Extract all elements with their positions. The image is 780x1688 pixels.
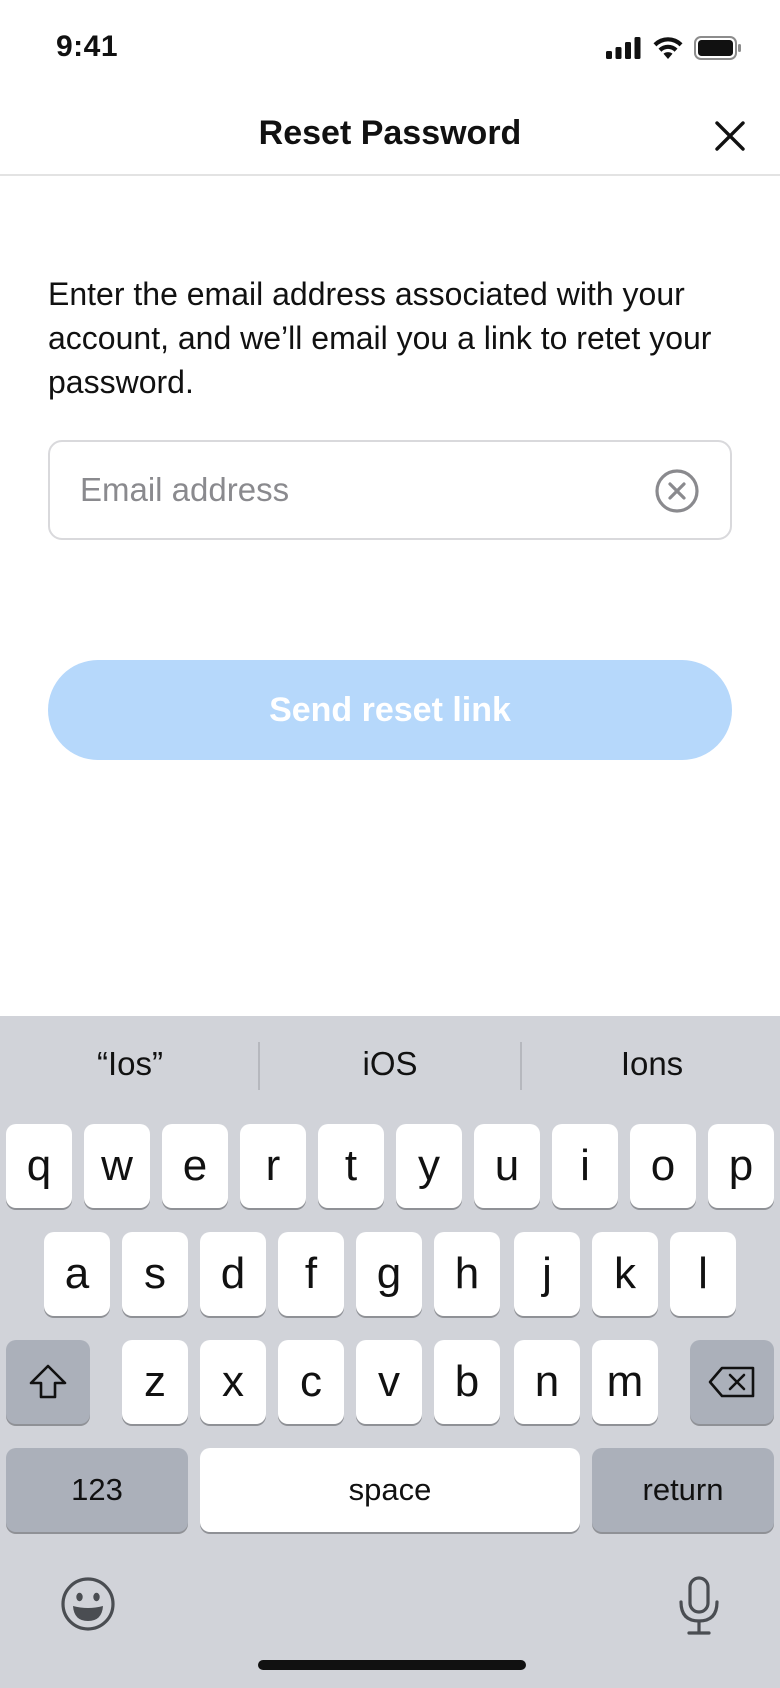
suggestion-item[interactable]: iOS — [260, 1040, 520, 1088]
close-icon — [715, 121, 745, 151]
key-g[interactable]: g — [356, 1232, 422, 1316]
key-i[interactable]: i — [552, 1124, 618, 1208]
status-time: 9:41 — [56, 30, 119, 63]
key-y[interactable]: y — [396, 1124, 462, 1208]
key-a[interactable]: a — [44, 1232, 110, 1316]
clear-input-button[interactable] — [654, 468, 700, 514]
page-title: Reset Password — [258, 114, 522, 152]
delete-key[interactable] — [690, 1340, 774, 1424]
keyboard: “Ios” iOS Ions q w e r t y u i o p a s d… — [0, 1016, 780, 1688]
key-r[interactable]: r — [240, 1124, 306, 1208]
suggestion-item[interactable]: “Ios” — [0, 1040, 260, 1088]
backspace-icon — [708, 1366, 755, 1398]
key-c[interactable]: c — [278, 1340, 344, 1424]
key-o[interactable]: o — [630, 1124, 696, 1208]
key-z[interactable]: z — [122, 1340, 188, 1424]
email-field[interactable] — [48, 440, 732, 540]
key-p[interactable]: p — [708, 1124, 774, 1208]
key-v[interactable]: v — [356, 1340, 422, 1424]
clear-circle-x-icon — [655, 469, 699, 513]
suggestion-bar: “Ios” iOS Ions — [0, 1016, 780, 1112]
key-e[interactable]: e — [162, 1124, 228, 1208]
shift-icon — [29, 1364, 67, 1399]
key-q[interactable]: q — [6, 1124, 72, 1208]
key-l[interactable]: l — [670, 1232, 736, 1316]
key-m[interactable]: m — [592, 1340, 658, 1424]
key-h[interactable]: h — [434, 1232, 500, 1316]
send-reset-link-button[interactable]: Send reset link — [48, 660, 732, 760]
key-f[interactable]: f — [278, 1232, 344, 1316]
home-indicator — [258, 1660, 526, 1670]
key-k[interactable]: k — [592, 1232, 658, 1316]
close-button[interactable] — [708, 114, 752, 158]
key-n[interactable]: n — [514, 1340, 580, 1424]
return-key[interactable]: return — [592, 1448, 774, 1532]
nav-bar: Reset Password — [0, 100, 780, 176]
status-icons — [606, 36, 742, 60]
wifi-icon — [653, 37, 683, 59]
key-w[interactable]: w — [84, 1124, 150, 1208]
battery-icon — [694, 36, 741, 60]
key-d[interactable]: d — [200, 1232, 266, 1316]
instructions-text: Enter the email address associated with … — [48, 276, 712, 400]
suggestion-item[interactable]: Ions — [522, 1040, 780, 1088]
key-u[interactable]: u — [474, 1124, 540, 1208]
status-bar: 9:41 — [0, 0, 780, 100]
signal-icon — [606, 37, 641, 59]
key-t[interactable]: t — [318, 1124, 384, 1208]
email-input[interactable] — [80, 442, 640, 538]
microphone-button[interactable] — [676, 1576, 722, 1641]
numbers-key[interactable]: 123 — [6, 1448, 188, 1532]
emoji-icon — [61, 1577, 115, 1631]
shift-key[interactable] — [6, 1340, 90, 1424]
key-b[interactable]: b — [434, 1340, 500, 1424]
space-key[interactable]: space — [200, 1448, 580, 1532]
emoji-button[interactable] — [60, 1576, 116, 1637]
key-s[interactable]: s — [122, 1232, 188, 1316]
key-x[interactable]: x — [200, 1340, 266, 1424]
key-j[interactable]: j — [514, 1232, 580, 1316]
microphone-icon — [679, 1576, 719, 1635]
